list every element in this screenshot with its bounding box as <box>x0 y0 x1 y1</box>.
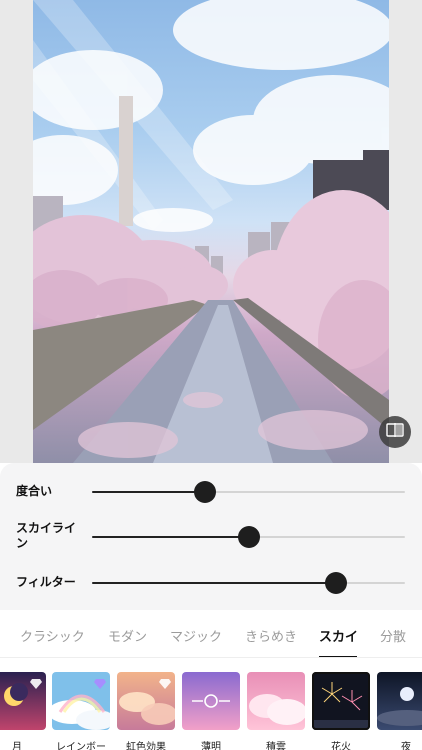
filter-thumbnail-list: 月 レインボー 虹色効果 薄明 積雲 花火 夜 <box>0 672 422 750</box>
slider-track[interactable] <box>92 481 405 503</box>
tab-sparkle[interactable]: きらめき <box>245 626 297 645</box>
slider-thumb[interactable] <box>237 526 260 548</box>
slider-label: 度合い <box>16 484 53 498</box>
slider-filter[interactable]: フィルター <box>0 566 422 598</box>
tab-magic[interactable]: マジック <box>170 626 222 645</box>
compare-split-icon <box>386 422 404 442</box>
slider-track[interactable] <box>92 526 405 548</box>
photo-scene <box>33 0 389 463</box>
category-tabs: クラシック モダン マジック きらめき スカイ 分散 <box>0 612 422 658</box>
divider <box>0 657 422 658</box>
cumulus-preview <box>247 672 305 730</box>
tab-sky[interactable]: スカイ <box>319 626 358 645</box>
diamond-icon <box>159 676 171 694</box>
filter-thumb-fireworks[interactable] <box>312 672 370 730</box>
diamond-icon <box>94 676 106 694</box>
filter-thumb-cumulus[interactable] <box>247 672 305 730</box>
slider-skyline[interactable]: スカイライン <box>0 521 422 553</box>
slider-fill <box>92 536 249 538</box>
filter-label: 積雲 <box>266 742 286 750</box>
tab-scatter[interactable]: 分散 <box>380 626 406 645</box>
filter-thumb-moon[interactable] <box>0 672 46 730</box>
slider-fill <box>92 491 205 493</box>
slider-fill <box>92 582 337 584</box>
slider-track[interactable] <box>92 572 405 594</box>
filter-label: 虹色効果 <box>126 742 166 750</box>
adjustment-panel: 度合い スカイライン フィルター <box>0 463 422 610</box>
filter-thumb-rainbow[interactable] <box>52 672 110 730</box>
filter-thumb-twilight[interactable] <box>182 672 240 730</box>
filter-label: 月 <box>12 742 22 750</box>
filter-label: 夜 <box>401 742 411 750</box>
slider-intensity[interactable]: 度合い <box>0 475 422 507</box>
night-preview <box>377 672 422 730</box>
slider-label: スカイライン <box>16 521 77 550</box>
slider-thumb[interactable] <box>325 572 348 594</box>
tab-modern[interactable]: モダン <box>108 626 147 645</box>
filter-label: 薄明 <box>201 742 221 750</box>
photo-preview[interactable] <box>33 0 389 463</box>
twilight-preview <box>182 672 240 730</box>
slider-label: フィルター <box>16 575 76 589</box>
compare-button[interactable] <box>379 416 411 448</box>
tab-classic[interactable]: クラシック <box>20 626 85 645</box>
filter-thumb-iridescent[interactable] <box>117 672 175 730</box>
diamond-icon <box>30 676 42 694</box>
slider-thumb[interactable] <box>193 481 216 503</box>
filter-label: レインボー <box>56 742 106 750</box>
fireworks-preview <box>312 672 370 730</box>
filter-thumb-night[interactable] <box>377 672 422 730</box>
filter-label: 花火 <box>331 742 351 750</box>
